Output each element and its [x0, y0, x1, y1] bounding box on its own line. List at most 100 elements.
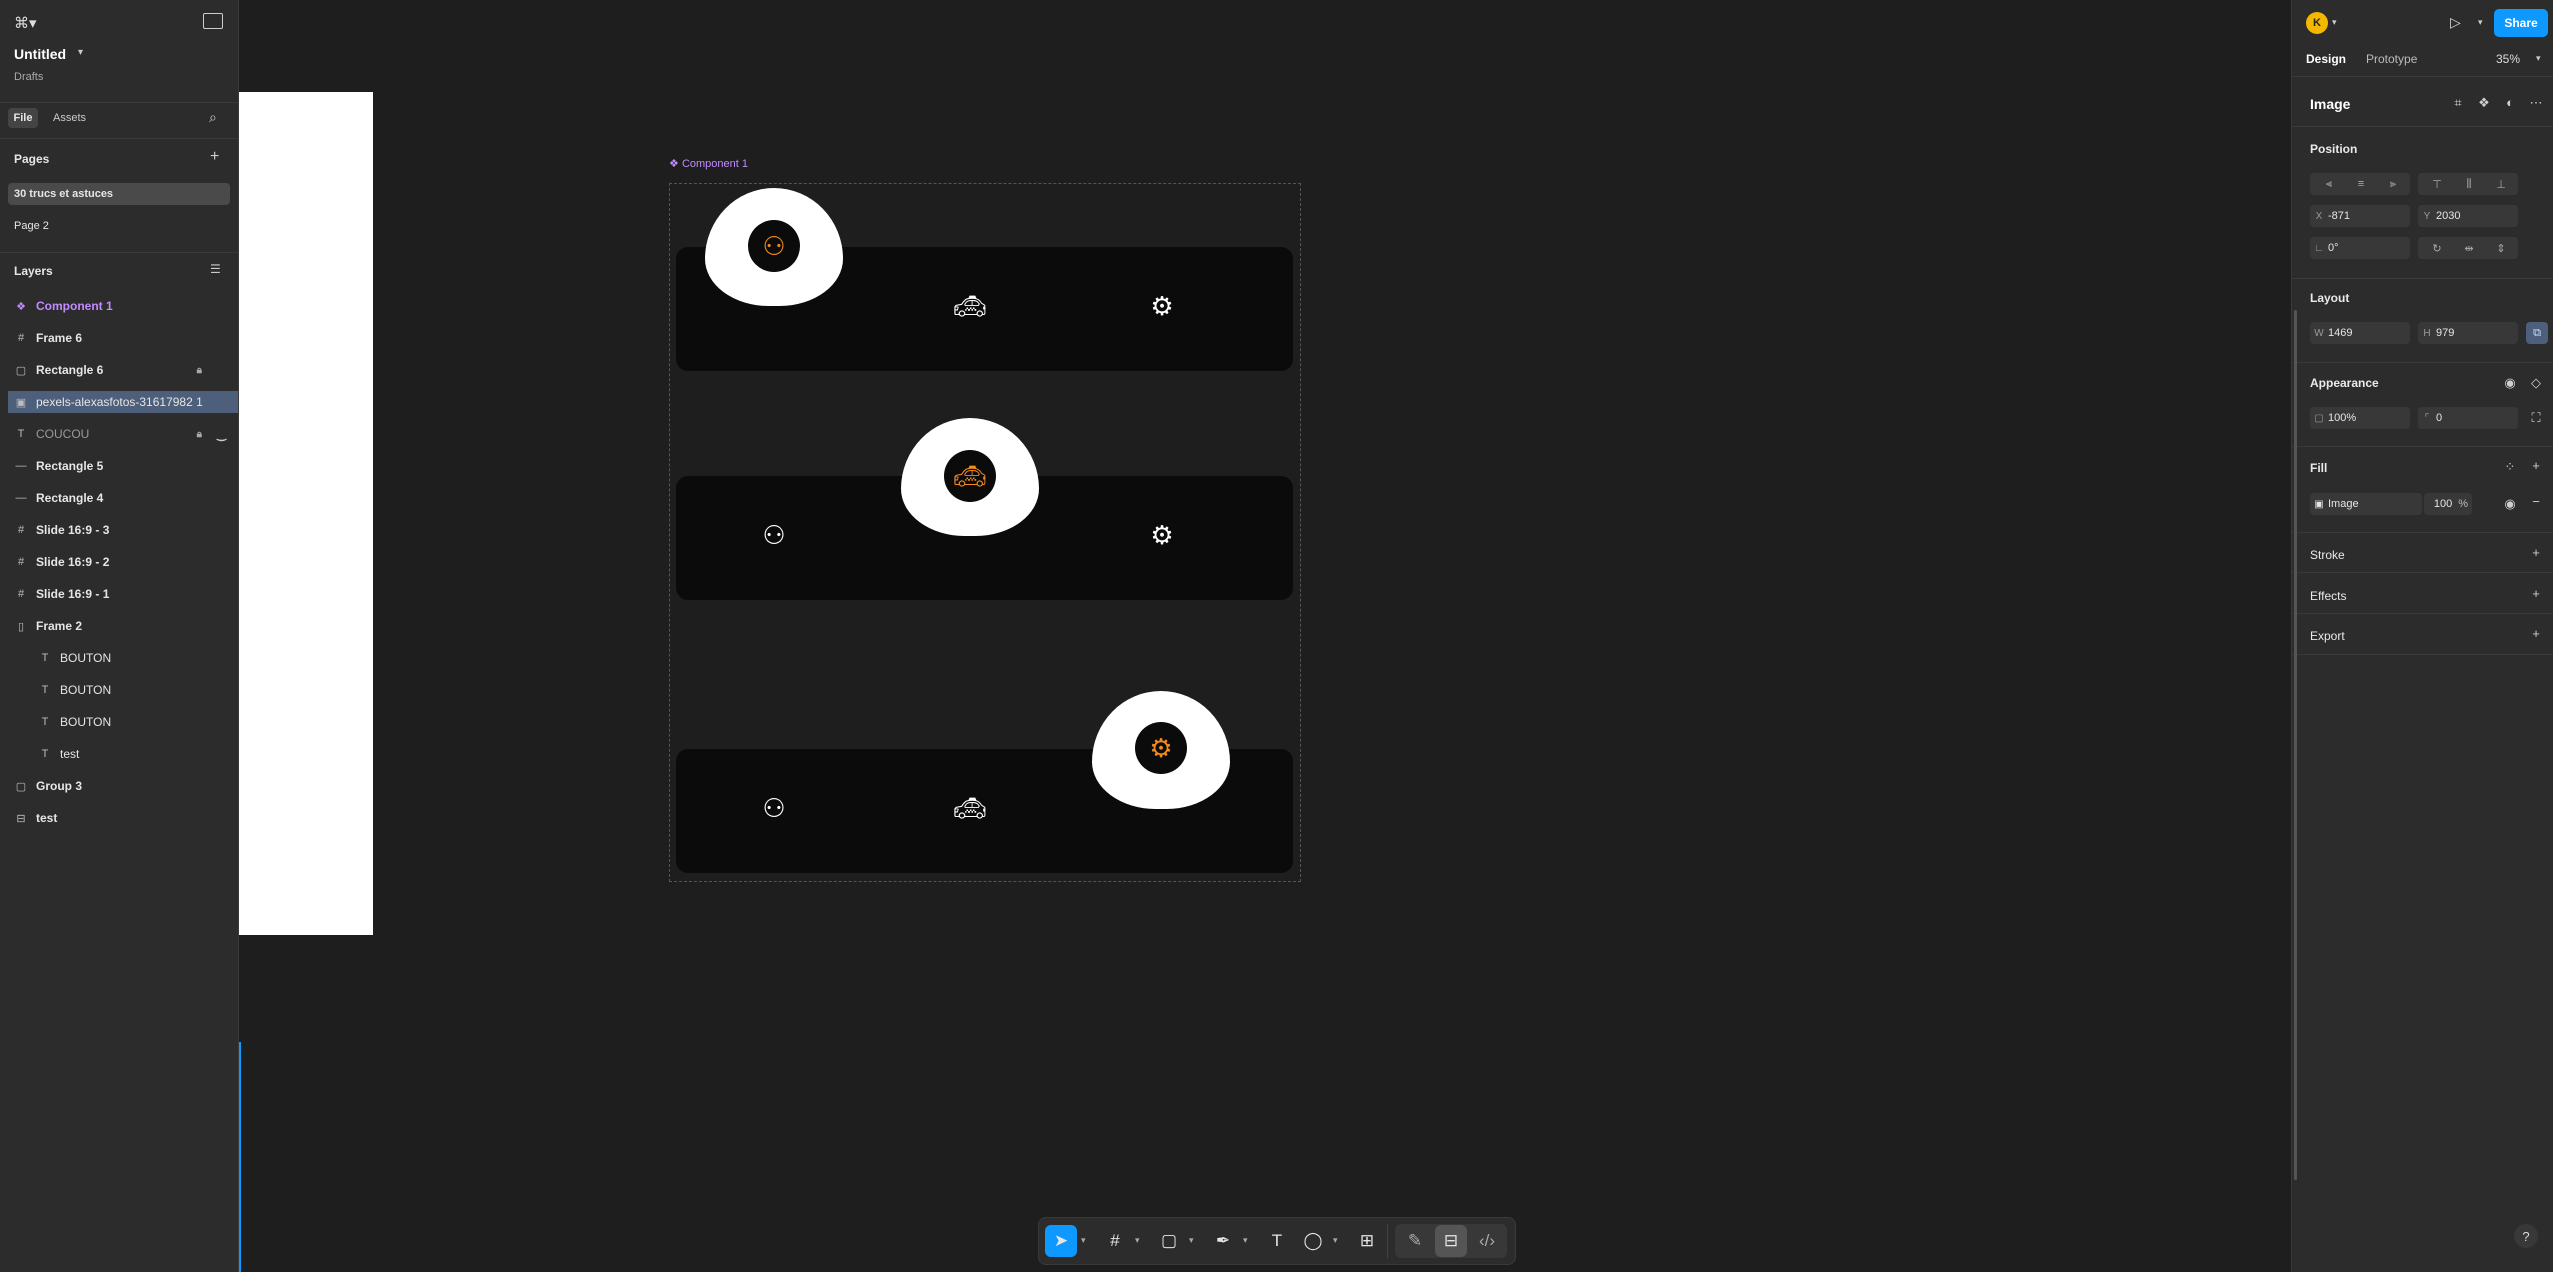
scrollbar[interactable] [2294, 310, 2297, 1180]
frame-tool-icon[interactable]: # [1099, 1225, 1131, 1257]
blend-mode-icon[interactable]: ◇ [2528, 375, 2544, 391]
crop-icon[interactable]: ⌗ [2450, 95, 2466, 111]
layer-rectangle-6[interactable]: ▢ Rectangle 6 🔒︎ [0, 359, 238, 381]
chevron-down-icon[interactable]: ▾ [2332, 17, 2337, 28]
file-title[interactable]: Untitled [14, 46, 66, 62]
present-play-icon[interactable]: ▷ [2450, 14, 2461, 31]
layer-test-section[interactable]: ⊟ test [0, 807, 238, 829]
layer-test-text[interactable]: Ttest [0, 743, 238, 765]
layer-rectangle-4[interactable]: — Rectangle 4 [0, 487, 238, 509]
collapse-layers-icon[interactable]: ☰ [210, 262, 221, 276]
mask-icon[interactable]: ◐ [2502, 95, 2518, 110]
text-tool-icon[interactable]: T [1261, 1225, 1293, 1257]
gear-icon[interactable]: ⚙ [1142, 520, 1182, 551]
users-icon[interactable]: ⚇ [754, 793, 794, 824]
remove-fill-icon[interactable]: − [2528, 494, 2544, 509]
page-item-1[interactable]: 30 trucs et astuces [14, 188, 113, 200]
chevron-down-icon[interactable]: ▾ [2536, 53, 2541, 64]
height-field[interactable]: H 979 [2418, 322, 2518, 344]
share-button[interactable]: Share [2494, 9, 2548, 37]
search-icon[interactable]: ⌕ [209, 109, 217, 126]
layer-slide-2[interactable]: # Slide 16:9 - 2 [0, 551, 238, 573]
y-field[interactable]: Y 2030 [2418, 205, 2518, 227]
lock-icon[interactable]: 🔒︎ [197, 365, 202, 376]
layer-frame-2[interactable]: ▯ Frame 2 [0, 615, 238, 637]
chevron-down-icon[interactable]: ▾ [1333, 1235, 1338, 1246]
taxi-icon[interactable]: 🚕︎ [950, 291, 990, 322]
rotation-field[interactable]: ∟ 0° [2310, 237, 2410, 259]
toggle-sidebar-icon[interactable] [203, 13, 223, 29]
corner-radius-field[interactable]: ⌜ 0 [2418, 407, 2518, 429]
gear-icon-active[interactable]: ⚙ [1135, 722, 1187, 774]
layer-group-3[interactable]: ▢ Group 3 [0, 775, 238, 797]
page-item-2[interactable]: Page 2 [14, 220, 49, 232]
x-field[interactable]: X -871 [2310, 205, 2410, 227]
rotate-90-icon[interactable]: ↻ [2422, 237, 2452, 259]
pen-tool-icon[interactable]: ✒ [1207, 1225, 1239, 1257]
figma-menu-icon[interactable]: ⌘▾ [14, 14, 37, 32]
flip-vertical-icon[interactable]: ⇕ [2486, 237, 2516, 259]
layer-slide-1[interactable]: # Slide 16:9 - 1 [0, 583, 238, 605]
tab-prototype[interactable]: Prototype [2366, 52, 2417, 66]
design-mode-icon[interactable]: ⊟ [1435, 1225, 1467, 1257]
align-left-icon[interactable]: ⫷ [2314, 173, 2344, 195]
add-fill-icon[interactable]: + [2528, 458, 2544, 473]
more-icon[interactable]: ⋯ [2528, 95, 2544, 111]
align-center-h-icon[interactable]: ≡ [2346, 173, 2376, 195]
tab-file[interactable]: File [8, 108, 38, 128]
width-field[interactable]: W 1469 [2310, 322, 2410, 344]
tab-assets[interactable]: Assets [53, 112, 86, 124]
opacity-field[interactable]: ▢ 100% [2310, 407, 2410, 429]
chevron-down-icon[interactable]: ▾ [1135, 1235, 1140, 1246]
file-location[interactable]: Drafts [14, 71, 43, 83]
help-button[interactable]: ? [2514, 1224, 2538, 1248]
visibility-eye-icon[interactable]: ◉ [2502, 375, 2518, 391]
align-top-icon[interactable]: ⊤ [2422, 173, 2452, 195]
fill-opacity-field[interactable]: 100% [2424, 493, 2472, 515]
actions-icon[interactable]: ⊞ [1351, 1225, 1383, 1257]
chevron-down-icon[interactable]: ▾ [1081, 1235, 1086, 1246]
dev-mode-icon[interactable]: ‹/› [1471, 1225, 1503, 1257]
component-create-icon[interactable]: ❖ [2476, 95, 2492, 111]
layer-frame-6[interactable]: # Frame 6 [0, 327, 238, 349]
move-tool-icon[interactable]: ➤ [1045, 1225, 1077, 1257]
add-export-icon[interactable]: + [2528, 626, 2544, 641]
layer-pexels-image-selected[interactable]: ▣ pexels-alexasfotos-31617982 1 [8, 391, 238, 413]
align-bottom-icon[interactable]: ⊥ [2486, 173, 2516, 195]
white-frame[interactable] [239, 92, 373, 935]
add-stroke-icon[interactable]: + [2528, 545, 2544, 560]
tab-design[interactable]: Design [2306, 52, 2346, 66]
layer-slide-3[interactable]: # Slide 16:9 - 3 [0, 519, 238, 541]
draw-mode-icon[interactable]: ✎ [1399, 1225, 1431, 1257]
zoom-level[interactable]: 35% [2496, 52, 2520, 66]
align-middle-icon[interactable]: ⫼ [2454, 173, 2484, 195]
independent-corners-icon[interactable]: ⛶ [2528, 410, 2544, 426]
component-label[interactable]: ❖ Component 1 [669, 157, 748, 170]
layer-bouton-1[interactable]: T BOUTON [0, 647, 238, 669]
taxi-icon-active[interactable]: 🚕︎ [944, 450, 996, 502]
avatar[interactable]: K [2306, 12, 2328, 34]
users-icon-active[interactable]: ⚇ [748, 220, 800, 272]
styles-grid-icon[interactable]: ⁘ [2502, 459, 2518, 475]
layer-bouton-2[interactable]: T BOUTON [0, 679, 238, 701]
layer-rectangle-5[interactable]: — Rectangle 5 [0, 455, 238, 477]
layer-coucou[interactable]: T COUCOU 🔒︎ ‿ [0, 423, 238, 445]
comment-tool-icon[interactable]: ◯ [1297, 1225, 1329, 1257]
layer-bouton-3[interactable]: T BOUTON [0, 711, 238, 733]
chevron-down-icon[interactable]: ▾ [1243, 1235, 1248, 1246]
add-effect-icon[interactable]: + [2528, 586, 2544, 601]
chevron-down-icon[interactable]: ▾ [2478, 17, 2483, 28]
chevron-down-icon[interactable]: ▾ [1189, 1235, 1194, 1246]
hidden-eye-icon[interactable]: ‿ [217, 428, 226, 441]
rectangle-tool-icon[interactable]: ▢ [1153, 1225, 1185, 1257]
layer-component-1[interactable]: ❖ Component 1 [0, 295, 238, 317]
fill-type-field[interactable]: ▣ Image [2310, 493, 2422, 515]
lock-icon[interactable]: 🔒︎ [197, 429, 202, 440]
add-page-icon[interactable]: + [210, 148, 219, 166]
flip-horizontal-icon[interactable]: ⇹ [2454, 237, 2484, 259]
users-icon[interactable]: ⚇ [754, 520, 794, 551]
align-right-icon[interactable]: ⫸ [2378, 173, 2408, 195]
fill-visibility-eye-icon[interactable]: ◉ [2502, 496, 2518, 512]
gear-icon[interactable]: ⚙ [1142, 291, 1182, 322]
taxi-icon[interactable]: 🚕︎ [950, 793, 990, 824]
